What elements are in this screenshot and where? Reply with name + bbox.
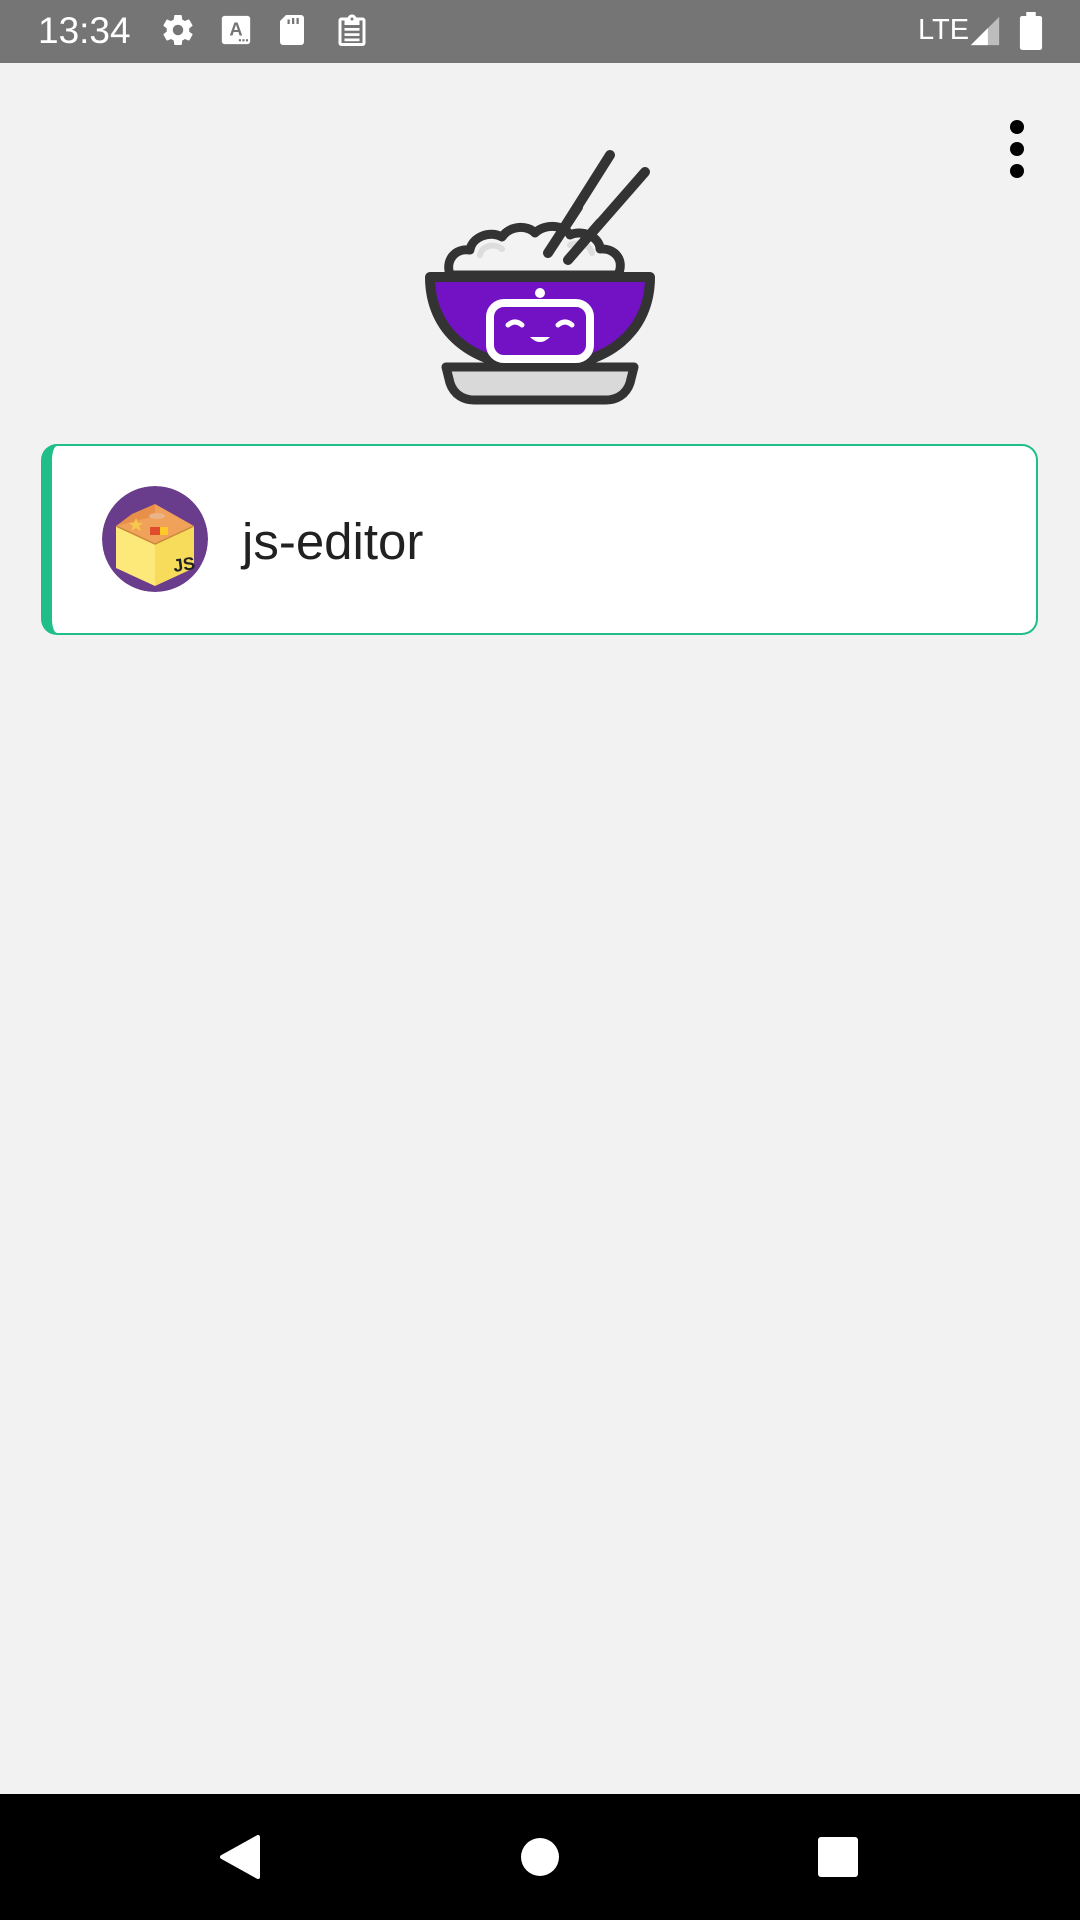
battery-icon [1018,12,1044,55]
status-bar: 13:34 A LTE [0,0,1080,63]
menu-dot [1010,120,1024,134]
status-time: 13:34 [38,10,131,51]
recents-icon[interactable] [768,1794,908,1920]
menu-dot [1010,164,1024,178]
system-nav-bar [0,1794,1080,1920]
signal-icon [968,14,1002,53]
keyboard-a-icon: A [219,12,253,53]
more-vert-icon[interactable] [994,112,1040,186]
home-icon[interactable] [470,1794,610,1920]
sd-card-icon [276,12,308,53]
network-type-label: LTE [918,14,970,46]
clipboard-icon [334,12,370,55]
svg-text:A: A [229,19,242,40]
settings-icon [160,12,196,53]
rice-bowl-robot-logo [420,145,660,405]
server-name: js-editor [242,513,424,570]
svg-text:JS: JS [172,553,197,576]
server-card-js-editor[interactable]: JS js-editor [41,444,1038,635]
menu-dot [1010,142,1024,156]
js-box-icon: JS [102,486,208,592]
app-screen: 13:34 A LTE JS js-editor [0,0,1080,1920]
back-icon[interactable] [170,1794,310,1920]
